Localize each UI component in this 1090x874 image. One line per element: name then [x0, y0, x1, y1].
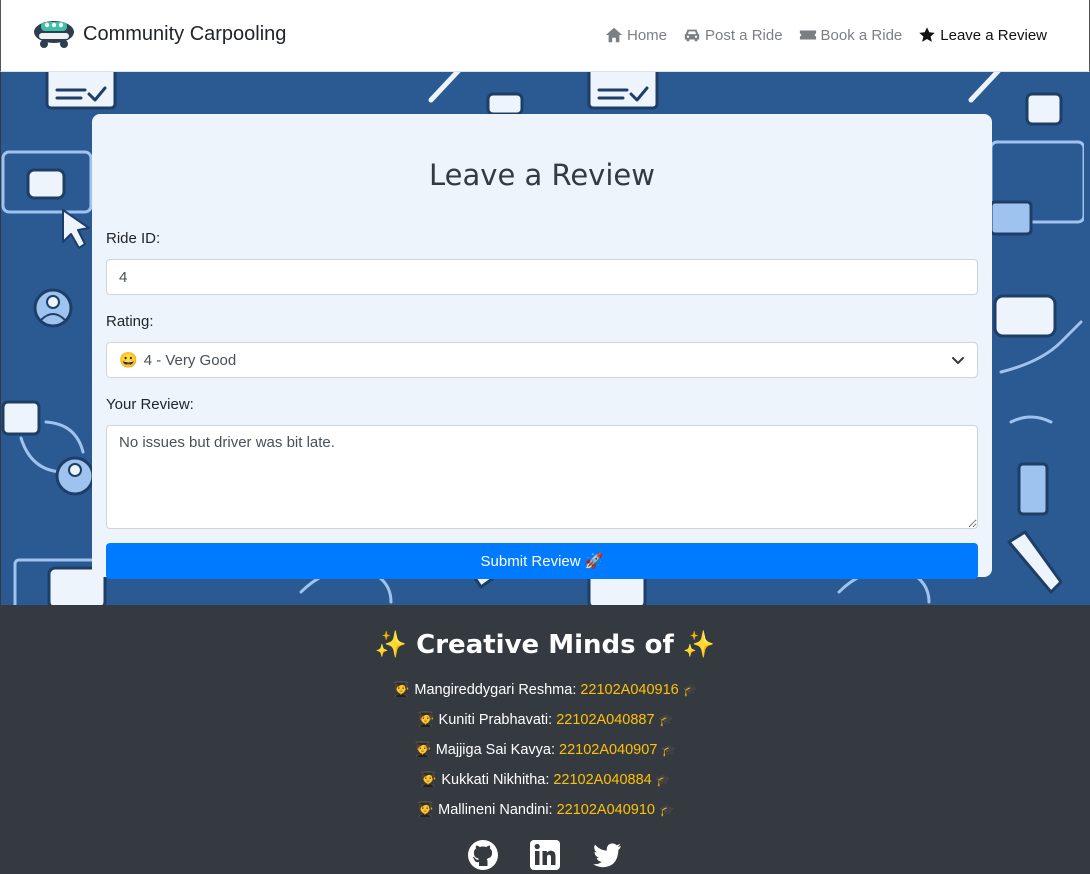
- member-name: Mangireddygari Reshma:: [414, 682, 577, 698]
- student-icon: 🧑‍🎓: [416, 802, 435, 818]
- graduation-cap-icon: 🎓: [658, 803, 674, 817]
- review-label: Your Review:: [106, 396, 194, 413]
- student-icon: 🧑‍🎓: [392, 682, 411, 698]
- member-name: Kukkati Nikhitha:: [441, 772, 550, 788]
- submit-review-button[interactable]: Submit Review 🚀: [106, 543, 978, 579]
- student-icon: 🧑‍🎓: [419, 772, 438, 788]
- ride-id-label: Ride ID:: [106, 230, 161, 247]
- member-name: Majjiga Sai Kavya:: [435, 742, 555, 758]
- student-icon: 🧑‍🎓: [416, 712, 435, 728]
- student-icon: 🧑‍🎓: [413, 742, 432, 758]
- nav-post-ride-label: Post a Ride: [705, 26, 783, 44]
- member-roll: 22102A040916: [580, 682, 679, 698]
- graduation-cap-icon: 🎓: [658, 713, 674, 727]
- chevron-down-icon: [952, 357, 964, 364]
- nav-leave-review-label: Leave a Review: [940, 26, 1047, 44]
- ticket-icon: [799, 30, 816, 40]
- graduation-cap-icon: 🎓: [661, 743, 677, 757]
- member-item: 🧑‍🎓 Mangireddygari Reshma: 22102A040916 …: [0, 675, 1090, 705]
- members-list: 🧑‍🎓 Mangireddygari Reshma: 22102A040916 …: [0, 675, 1090, 825]
- star-icon: [919, 27, 936, 42]
- member-item: 🧑‍🎓 Mallineni Nandini: 22102A040910 🎓: [0, 795, 1090, 825]
- member-roll: 22102A040910: [556, 802, 655, 818]
- rating-emoji-icon: 😀: [119, 352, 138, 369]
- nav-book-ride-link[interactable]: Book a Ride: [799, 26, 903, 44]
- navbar: Community Carpooling Home Post a Ride Bo…: [0, 0, 1090, 72]
- graduation-cap-icon: 🎓: [682, 683, 698, 697]
- nav-book-ride-label: Book a Ride: [820, 26, 903, 44]
- footer-title: ✨ Creative Minds of ✨: [0, 605, 1090, 663]
- review-card: Leave a Review Ride ID: 4 Rating: 😀 4 - …: [92, 114, 992, 579]
- sparkles-icon: ✨: [682, 630, 716, 660]
- nav-post-ride-link[interactable]: Post a Ride: [683, 26, 783, 44]
- brand-name: Community Carpooling: [83, 22, 287, 45]
- review-textarea[interactable]: No issues but driver was bit late.: [106, 425, 978, 529]
- brand[interactable]: Community Carpooling: [33, 16, 286, 52]
- member-name: Kuniti Prabhavati:: [438, 712, 553, 728]
- linkedin-icon[interactable]: [529, 839, 561, 871]
- home-icon: [605, 27, 623, 43]
- footer: ✨ Creative Minds of ✨ 🧑‍🎓 Mangireddygari…: [0, 605, 1090, 874]
- graduation-cap-icon: 🎓: [655, 773, 671, 787]
- sparkles-icon: ✨: [374, 630, 408, 660]
- nav-home-link[interactable]: Home: [605, 26, 667, 44]
- member-item: 🧑‍🎓 Majjiga Sai Kavya: 22102A040907 🎓: [0, 735, 1090, 765]
- rating-select[interactable]: 😀 4 - Very Good: [106, 342, 978, 378]
- ride-id-input[interactable]: 4: [106, 259, 978, 295]
- member-item: 🧑‍🎓 Kukkati Nikhitha: 22102A040884 🎓: [0, 765, 1090, 795]
- member-item: 🧑‍🎓 Kuniti Prabhavati: 22102A040887 🎓: [0, 705, 1090, 735]
- rating-selected-value: 4 - Very Good: [143, 351, 237, 369]
- page-scrollbar[interactable]: [1084, 72, 1090, 605]
- member-roll: 22102A040884: [553, 772, 652, 788]
- carpool-logo-icon: [34, 21, 74, 48]
- page-title: Leave a Review: [429, 158, 655, 192]
- footer-title-text: Creative Minds of: [416, 630, 674, 660]
- nav-links: Home Post a Ride Book a Ride Leave a Rev…: [605, 26, 1047, 44]
- nav-home-label: Home: [626, 26, 667, 44]
- twitter-icon[interactable]: [591, 839, 623, 871]
- member-roll: 22102A040887: [556, 712, 655, 728]
- nav-leave-review-link[interactable]: Leave a Review: [918, 26, 1047, 44]
- car-icon: [684, 29, 700, 42]
- ride-id-value: 4: [119, 268, 128, 286]
- rating-label: Rating:: [106, 313, 154, 330]
- member-name: Mallineni Nandini:: [438, 802, 553, 818]
- submit-review-label: Submit Review 🚀: [480, 553, 604, 570]
- member-roll: 22102A040907: [559, 742, 658, 758]
- social-links: [0, 839, 1090, 871]
- github-icon[interactable]: [467, 839, 499, 871]
